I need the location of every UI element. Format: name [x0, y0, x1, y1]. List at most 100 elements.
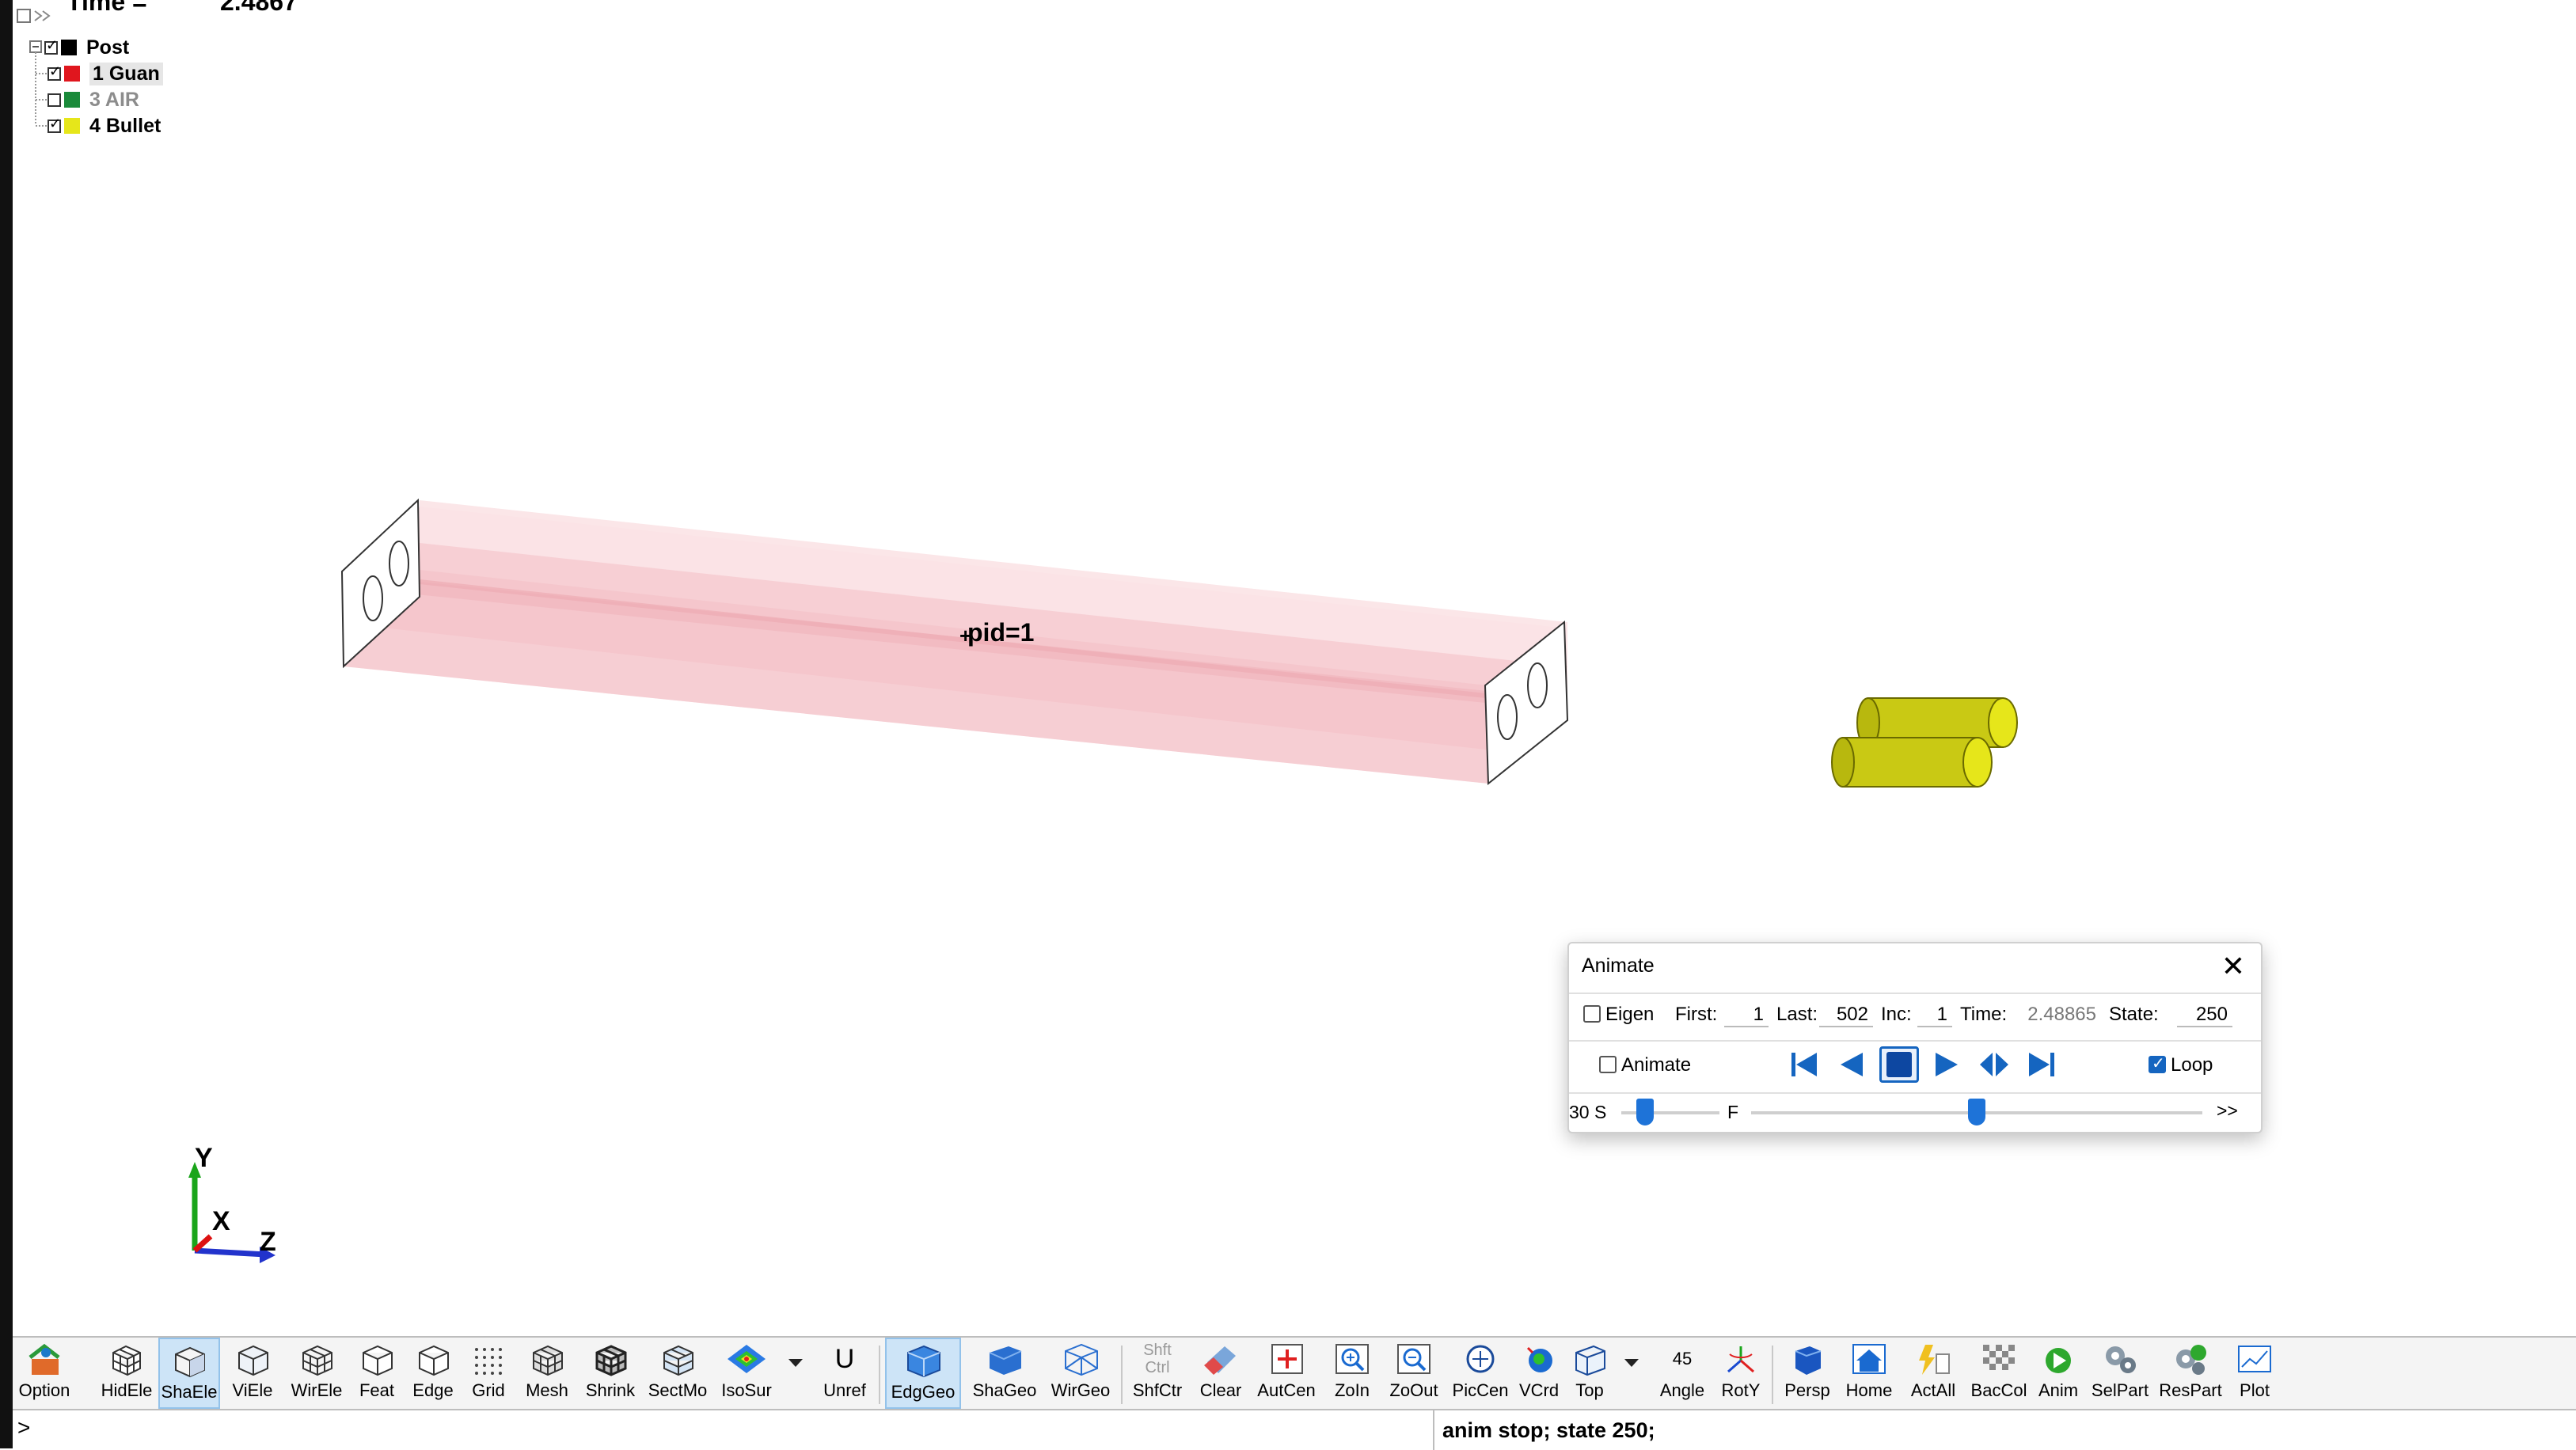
play-button[interactable]: [1927, 1046, 1966, 1083]
skip-back-icon: [1791, 1053, 1817, 1076]
angle-icon: 45: [1672, 1349, 1693, 1368]
vcrd-button[interactable]: VCrd: [1517, 1338, 1561, 1409]
inc-field[interactable]: 1: [1917, 1004, 1952, 1027]
more-button[interactable]: >>: [2217, 1100, 2238, 1122]
feat-button[interactable]: Feat: [353, 1338, 401, 1409]
top-view-icon: [1575, 1345, 1605, 1376]
reset-part-icon: [2176, 1345, 2206, 1375]
wirele-button[interactable]: WirEle: [288, 1338, 345, 1409]
autcen-button[interactable]: AutCen: [1254, 1338, 1319, 1409]
animate-checkbox[interactable]: [1599, 1056, 1617, 1073]
persp-button[interactable]: Persp: [1780, 1338, 1835, 1409]
mesh-label: Mesh: [526, 1380, 568, 1400]
wirele-label: WirEle: [291, 1380, 343, 1400]
isosur-dropdown[interactable]: [784, 1338, 807, 1409]
shageo-label: ShaGeo: [972, 1380, 1037, 1400]
shaele-button[interactable]: ShaEle: [158, 1338, 220, 1409]
last-field[interactable]: 502: [1819, 1004, 1873, 1027]
skip-forward-icon: [2029, 1053, 2054, 1076]
model-scene: + pid=1: [340, 498, 2018, 788]
graphics-viewport[interactable]: Time = 2.4867 Post 1 Guan 3 AIR: [13, 0, 2576, 1336]
chevron-down-icon: [788, 1359, 803, 1367]
close-icon[interactable]: ✕: [2221, 950, 2245, 983]
selpart-button[interactable]: SelPart: [2087, 1338, 2153, 1409]
unref-button[interactable]: U Unref: [819, 1338, 871, 1409]
wirgeo-button[interactable]: WirGeo: [1047, 1338, 1115, 1409]
loop-label: Loop: [2171, 1054, 2213, 1076]
first-frame-button[interactable]: [1784, 1046, 1824, 1083]
status-message: anim stop; state 250;: [1433, 1410, 2576, 1450]
plot-button[interactable]: Plot: [2229, 1338, 2280, 1409]
speed-slider-thumb[interactable]: [1636, 1099, 1654, 1125]
stop-icon: [1886, 1052, 1912, 1077]
stop-button[interactable]: [1879, 1046, 1919, 1083]
option-icon: [28, 1343, 60, 1375]
edggeo-button[interactable]: EdgGeo: [885, 1338, 961, 1409]
clear-button[interactable]: Clear: [1195, 1338, 1246, 1409]
divider: [1569, 993, 2261, 994]
viele-label: ViEle: [232, 1380, 273, 1400]
sectmo-label: SectMo: [648, 1380, 708, 1400]
last-frame-button[interactable]: [2022, 1046, 2061, 1083]
wirgeo-label: WirGeo: [1051, 1380, 1111, 1400]
eigen-label: Eigen: [1605, 1004, 1655, 1025]
animation-icon: [2046, 1348, 2071, 1373]
command-prompt[interactable]: >: [17, 1415, 30, 1441]
respart-button[interactable]: ResPart: [2156, 1338, 2225, 1409]
ctrl-glyph: Ctrl: [1145, 1359, 1170, 1376]
top-button[interactable]: Top: [1566, 1338, 1613, 1409]
sectmo-button[interactable]: SectMo: [644, 1338, 711, 1409]
bounce-button[interactable]: [1974, 1046, 2014, 1083]
shift-ctrl-icon: Shft Ctrl: [1143, 1338, 1172, 1380]
plot-label: Plot: [2240, 1380, 2270, 1400]
isosur-label: IsoSur: [721, 1380, 772, 1400]
speed-slow-label: 30 S: [1569, 1102, 1607, 1122]
eigen-checkbox[interactable]: [1583, 1005, 1601, 1023]
anim-button[interactable]: Anim: [2033, 1338, 2084, 1409]
unref-label: Unref: [823, 1380, 866, 1400]
first-field[interactable]: 1: [1724, 1004, 1769, 1027]
selpart-label: SelPart: [2091, 1380, 2149, 1400]
shfctr-button[interactable]: Shft Ctrl ShfCtr: [1127, 1338, 1187, 1409]
last-label: Last:: [1776, 1004, 1818, 1025]
isosur-button[interactable]: IsoSur: [716, 1338, 777, 1409]
state-slider-thumb[interactable]: [1968, 1099, 1985, 1125]
top-dropdown[interactable]: [1620, 1338, 1643, 1409]
bullet-model: [1831, 697, 2018, 788]
state-label: State:: [2109, 1004, 2159, 1025]
grid-button[interactable]: Grid: [464, 1338, 513, 1409]
step-back-button[interactable]: [1832, 1046, 1871, 1083]
home-button[interactable]: Home: [1841, 1338, 1897, 1409]
viele-button[interactable]: ViEle: [225, 1338, 280, 1409]
shageo-button[interactable]: ShaGeo: [969, 1338, 1040, 1409]
rotate-y-icon: [1727, 1346, 1754, 1373]
shrink-icon: [595, 1345, 627, 1376]
mesh-icon: [533, 1345, 563, 1376]
actall-button[interactable]: ActAll: [1903, 1338, 1963, 1409]
x-axis-label: X: [212, 1206, 230, 1236]
zoom-in-icon: [1335, 1344, 1369, 1374]
baccol-button[interactable]: BacCol: [1968, 1338, 2030, 1409]
zoout-button[interactable]: ZoOut: [1385, 1338, 1442, 1409]
auto-center-icon: [1271, 1344, 1303, 1374]
state-field[interactable]: 250: [2177, 1004, 2232, 1027]
top-label: Top: [1575, 1380, 1604, 1400]
shrink-button[interactable]: Shrink: [579, 1338, 641, 1409]
animate-label: Animate: [1621, 1054, 1692, 1076]
edge-button[interactable]: Edge: [408, 1338, 458, 1409]
piccen-label: PicCen: [1452, 1380, 1509, 1400]
mesh-button[interactable]: Mesh: [521, 1338, 573, 1409]
grid-icon: [475, 1348, 502, 1375]
option-button[interactable]: Option: [13, 1338, 76, 1409]
axis-triad: Y X Z: [188, 1148, 276, 1263]
angle-button[interactable]: 45 Angle: [1655, 1338, 1710, 1409]
hidele-button[interactable]: HidEle: [98, 1338, 155, 1409]
loop-checkbox[interactable]: [2149, 1053, 2166, 1073]
baccol-label: BacCol: [1970, 1380, 2027, 1400]
dialog-title: Animate: [1582, 955, 1655, 977]
zoin-button[interactable]: ZoIn: [1327, 1338, 1377, 1409]
roty-button[interactable]: RotY: [1715, 1338, 1767, 1409]
toolbar-separator: [879, 1346, 880, 1404]
zoin-label: ZoIn: [1334, 1380, 1370, 1400]
piccen-button[interactable]: PicCen: [1450, 1338, 1510, 1409]
